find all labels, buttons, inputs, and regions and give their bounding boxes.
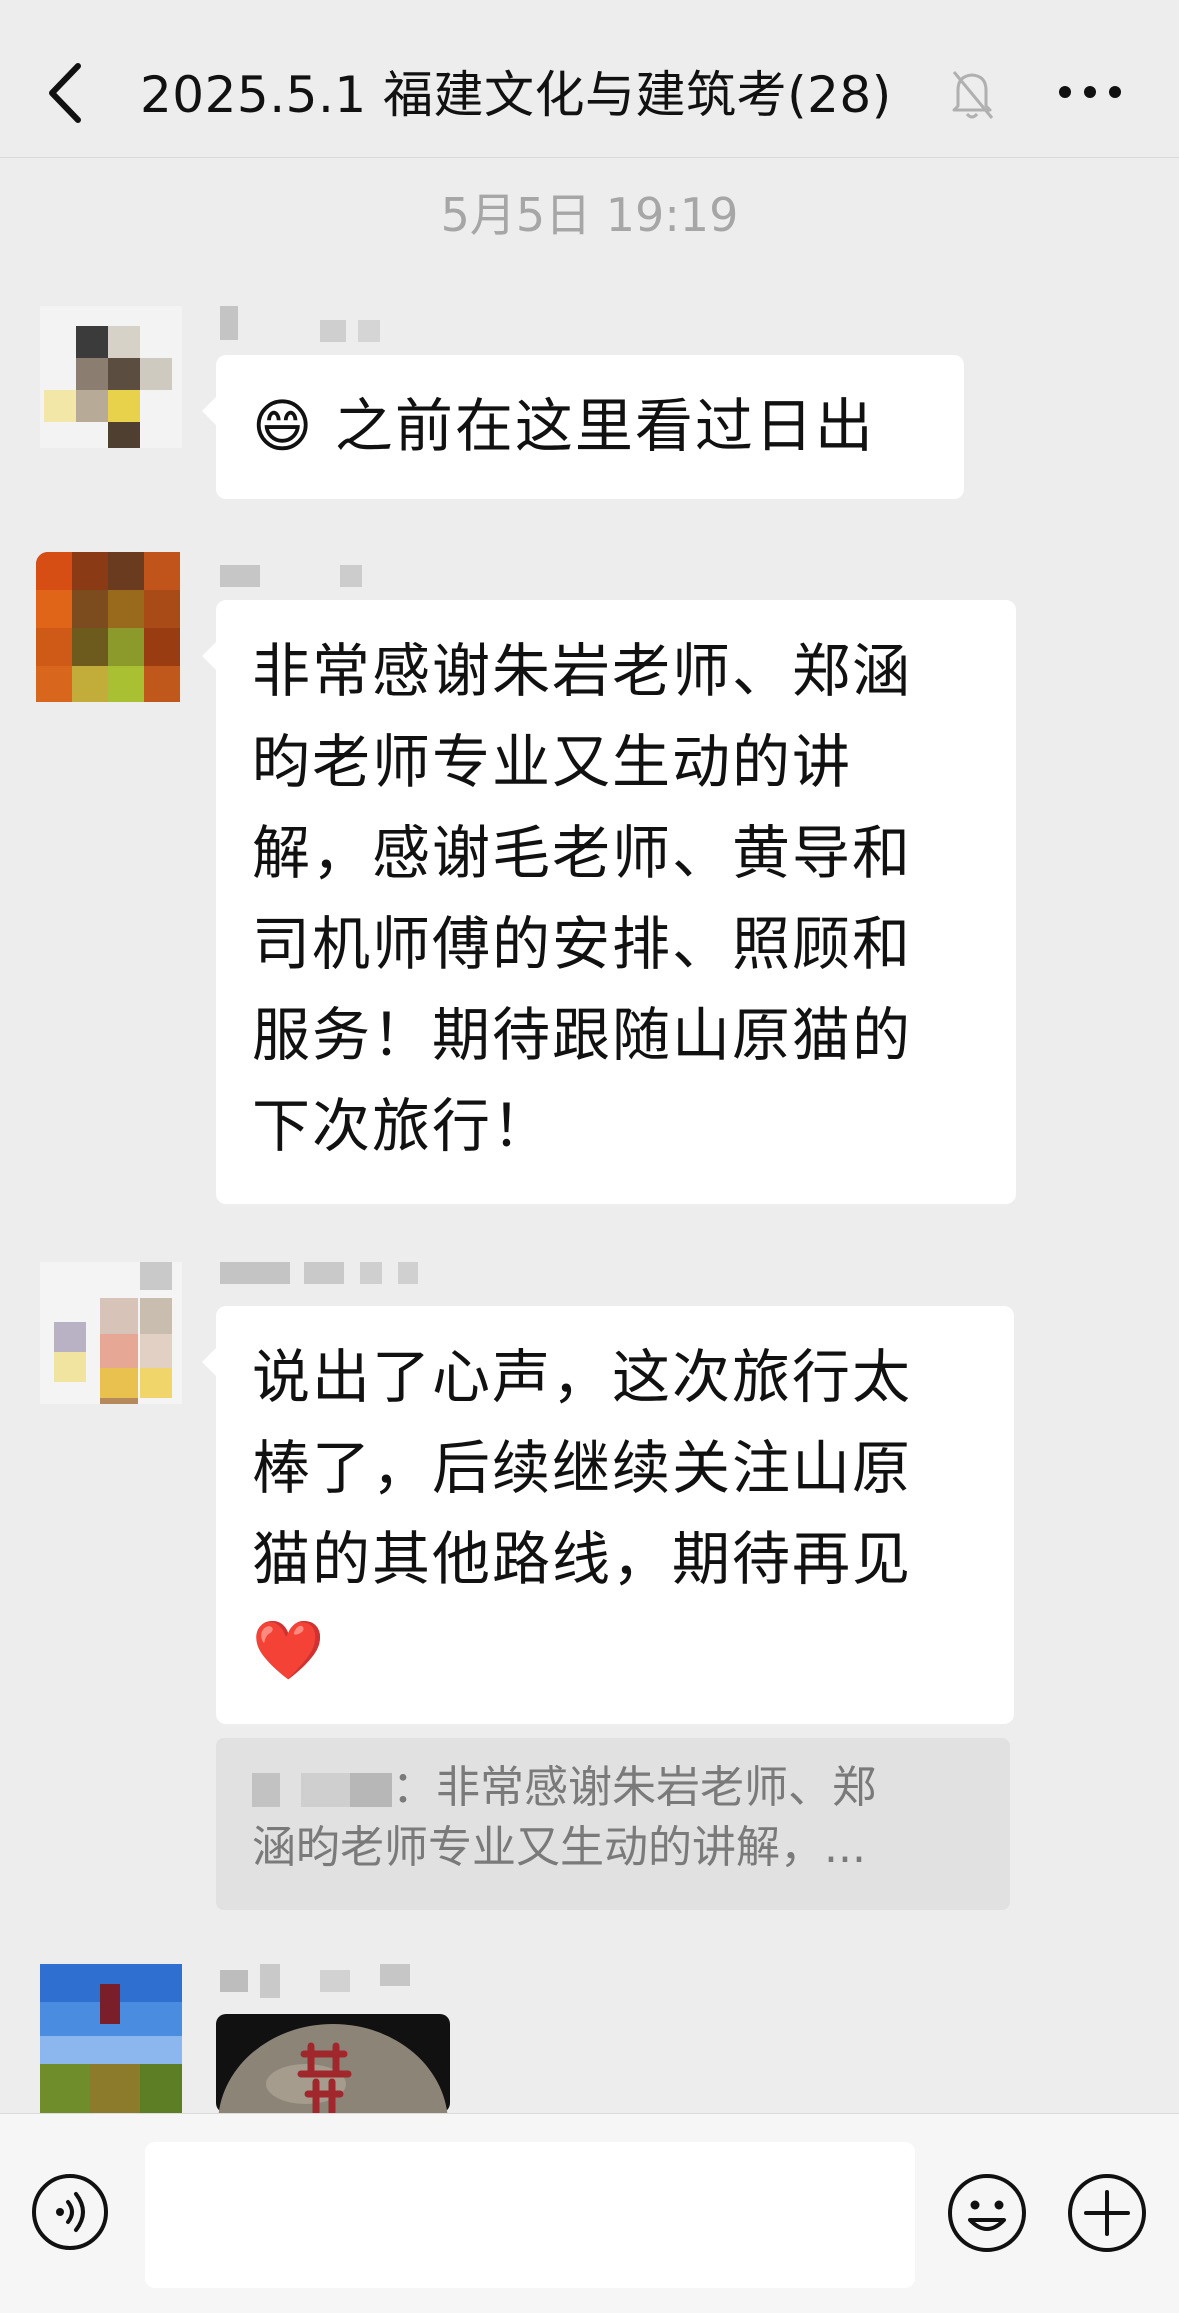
sender-name-blurred [220,1262,440,1290]
sender-name-blurred [220,1964,440,1998]
more-options-icon[interactable] [1055,72,1125,112]
plus-icon[interactable] [1066,2172,1148,2254]
chat-title-text: 2025.5.1 福建文化与建筑考 [140,66,788,124]
image-message-thumbnail[interactable] [216,2014,450,2113]
chat-title[interactable]: 2025.5.1 福建文化与建筑考(28) [140,60,940,130]
message-text: 😄 之前在这里看过日出 [252,392,875,460]
voice-input-icon[interactable] [30,2172,110,2252]
back-arrow-icon[interactable] [40,58,90,128]
message-timestamp: 5月5日 19:19 [440,188,739,242]
message-line: 解，感谢毛老师、黄导和 [252,819,913,887]
message-bubble[interactable]: 非常感谢朱岩老师、郑涵 昀老师专业又生动的讲 解，感谢毛老师、黄导和 司机师傅的… [202,600,1016,1204]
message-line: 说出了心声，这次旅行太 [252,1343,913,1411]
sender-name-blurred [220,306,420,342]
emoji-icon[interactable] [946,2172,1028,2254]
mute-bell-icon [952,71,994,119]
quoted-sender-blurred [252,1773,392,1807]
avatar[interactable] [40,306,182,448]
heart-emoji-icon: ❤️ [252,1616,327,1684]
message-line: 昀老师专业又生动的讲 [252,728,853,796]
quoted-line: 涵昀老师专业又生动的讲解，... [252,1822,866,1873]
message-line: 非常感谢朱岩老师、郑涵 [252,637,913,705]
message-bubble[interactable]: 说出了心声，这次旅行太 棒了，后续继续关注山原 猫的其他路线，期待再见 ❤️ [202,1306,1014,1724]
grinning-emoji-icon: 😄 [252,392,315,460]
message-bubble[interactable]: 😄 之前在这里看过日出 [202,355,964,499]
message-line: 棒了，后续继续关注山原 [252,1434,913,1502]
message-line: 猫的其他路线，期待再见 [252,1525,913,1593]
quoted-line: ：非常感谢朱岩老师、郑 [252,1758,974,1818]
avatar[interactable] [40,1262,182,1404]
member-count: (28) [787,66,892,124]
quoted-message[interactable]: ：非常感谢朱岩老师、郑 涵昀老师专业又生动的讲解，... [216,1738,1010,1910]
message-input[interactable] [145,2142,915,2288]
avatar[interactable] [36,552,180,702]
chat-input-bar [0,2113,1179,2313]
message-line: 下次旅行！ [252,1092,553,1160]
chat-header: 2025.5.1 福建文化与建筑考(28) [0,0,1179,158]
avatar[interactable] [40,1964,182,2114]
message-line: 服务！期待跟随山原猫的 [252,1001,913,1069]
sender-name-blurred [220,565,380,593]
message-line: 司机师傅的安排、照顾和 [252,910,913,978]
